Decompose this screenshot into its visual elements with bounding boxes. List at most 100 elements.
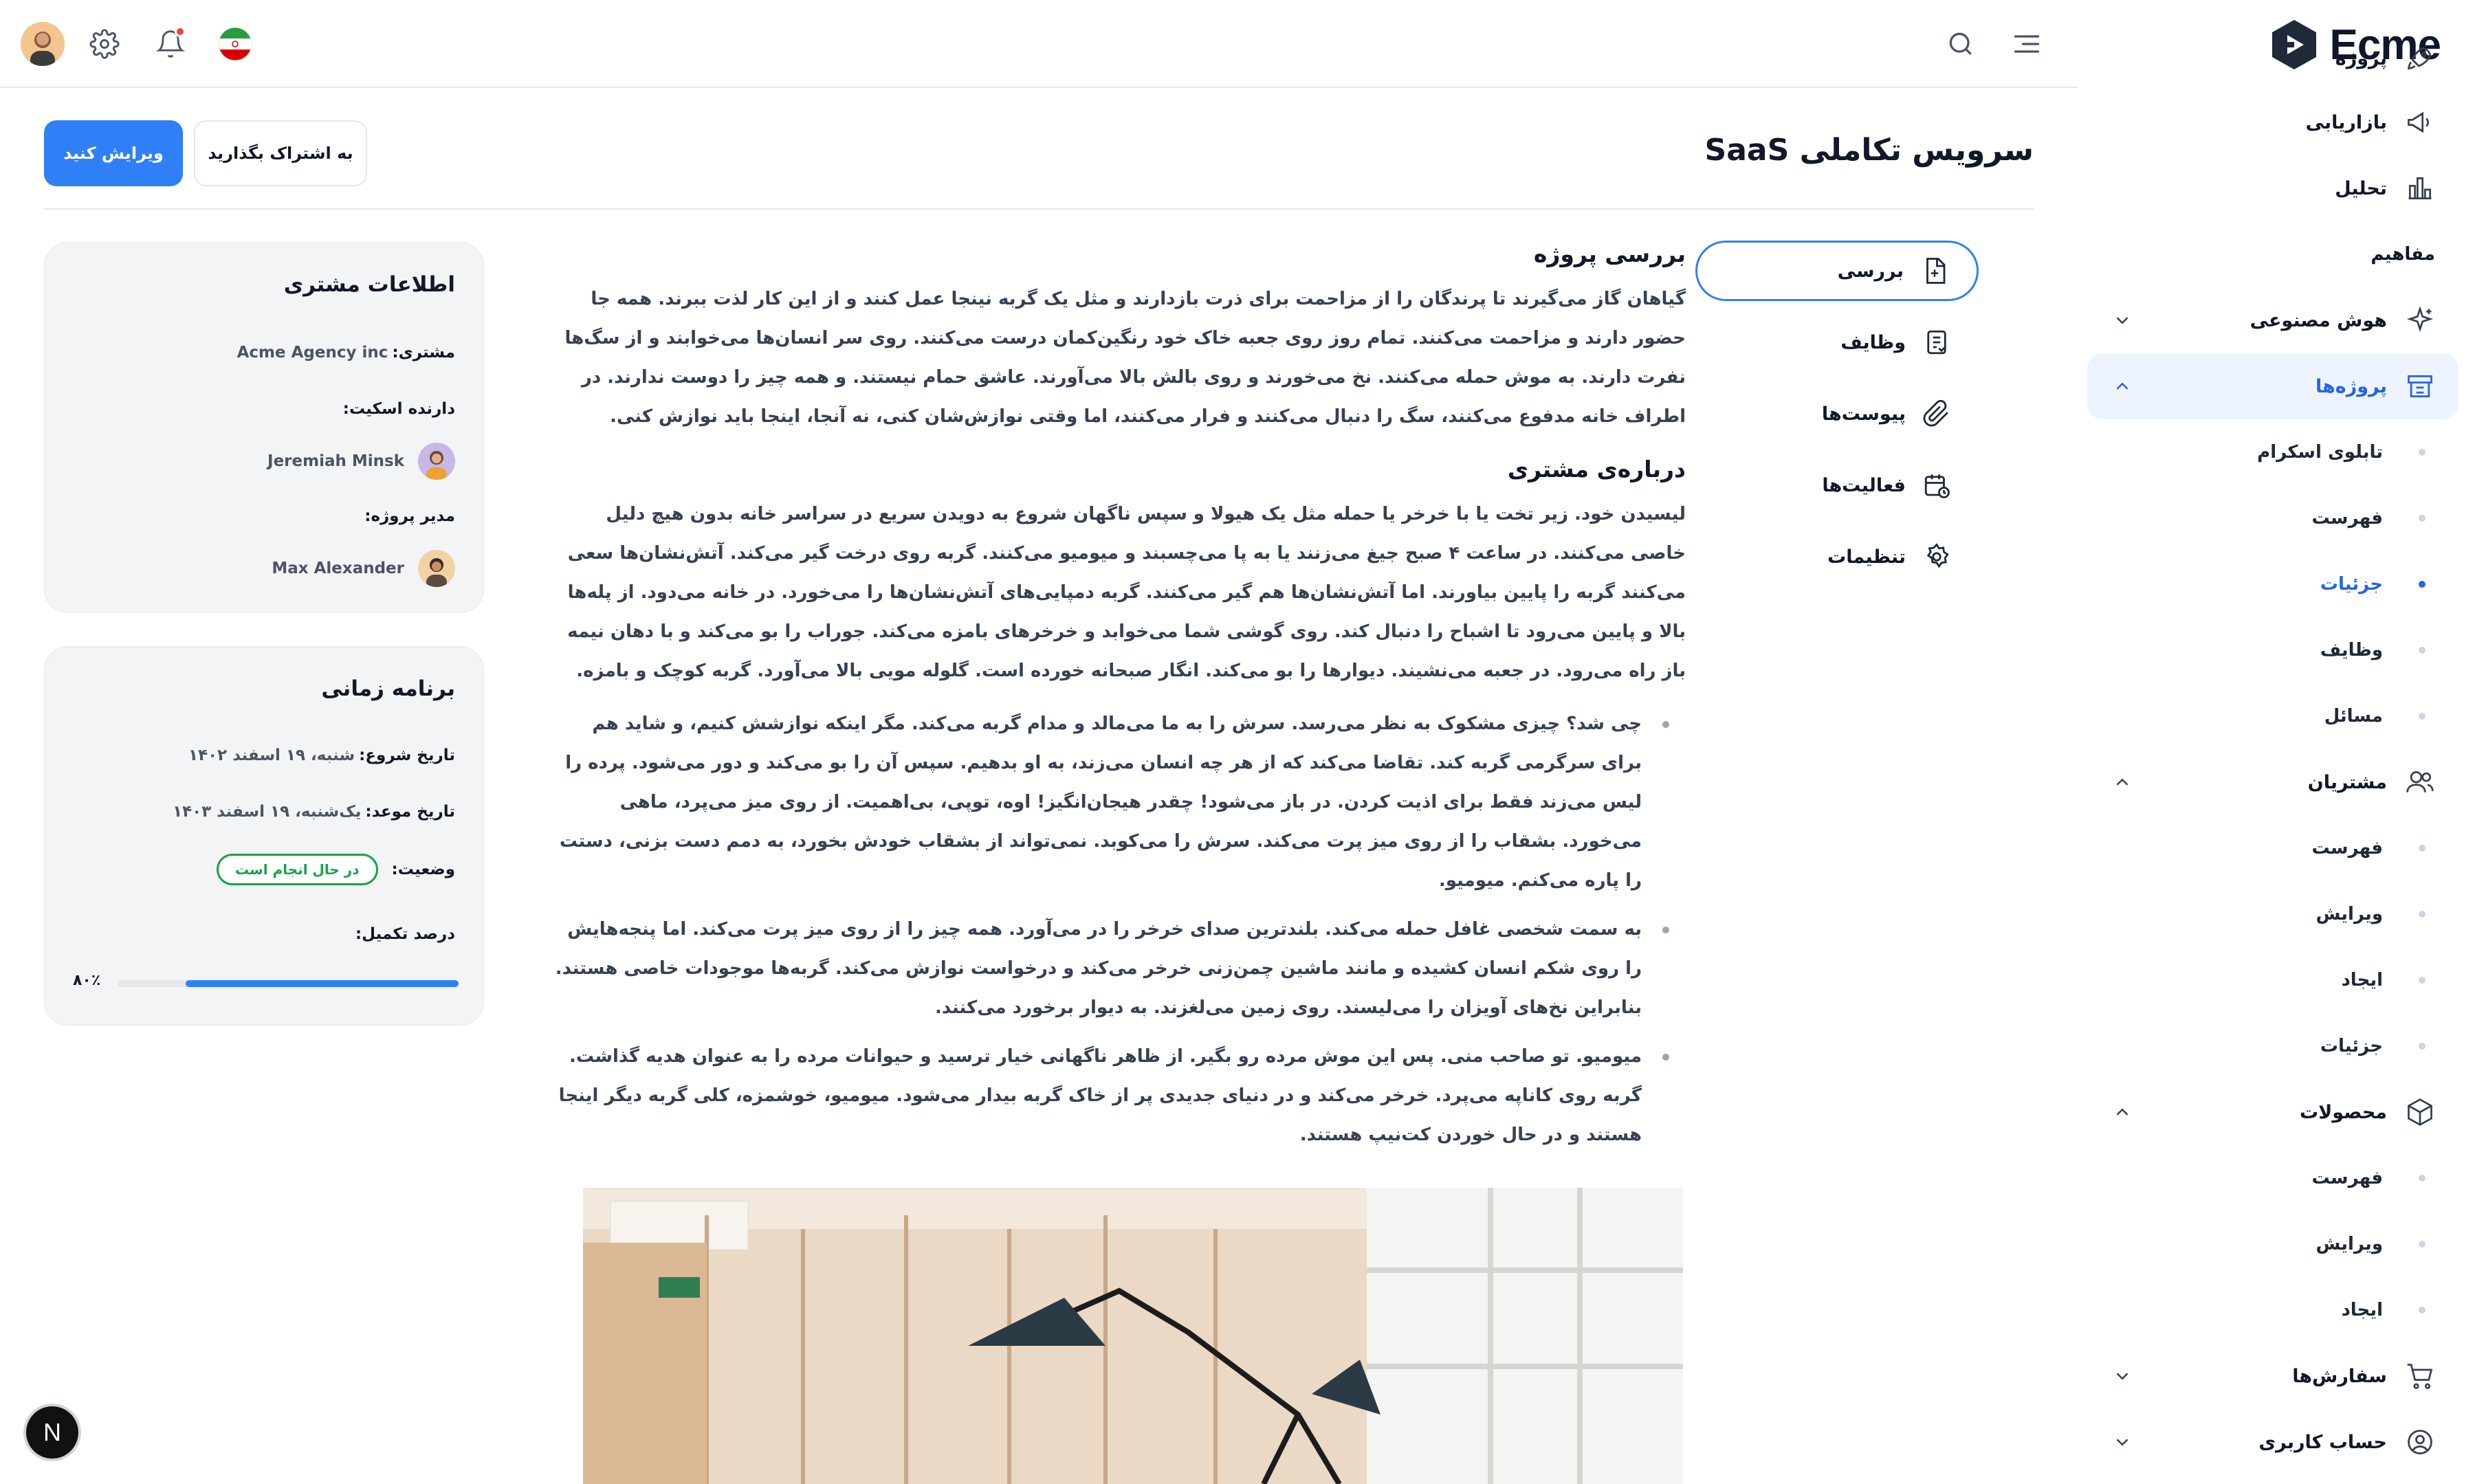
edit-button[interactable]: ویرایش کنید — [44, 120, 183, 186]
notification-badge — [175, 26, 186, 37]
tab-attachments[interactable]: پیوست‌ها — [1695, 378, 1979, 450]
client-value: Acme Agency inc — [236, 344, 388, 362]
detail-tabs: بررسی وظایف پیوست‌ها فعالیت‌ها تنظیمات — [1695, 241, 1979, 593]
sidebar-subitem-product-list[interactable]: فهرست — [2087, 1145, 2458, 1211]
sidebar-subitem-product-edit[interactable]: ویرایش — [2087, 1211, 2458, 1277]
skate-owner-row: دارنده اسکیت: — [343, 400, 455, 418]
avatar — [418, 443, 455, 480]
chevron-up-icon — [2116, 1108, 2128, 1116]
sidebar-nav: پروژه بازاریابی تحلیل مفاهیم هوش مصنوعی … — [2087, 47, 2458, 1475]
chevron-down-icon — [2116, 1439, 2128, 1446]
status-label: وضعیت: — [391, 861, 455, 878]
dev-tools-badge[interactable]: N — [26, 1406, 78, 1459]
sidebar-subitem-label: ویرایش — [2316, 904, 2383, 924]
bullet-dot — [2419, 1307, 2426, 1314]
sidebar-subitem-label: ویرایش — [2316, 1234, 2383, 1254]
cart-board-icon — [2408, 375, 2432, 398]
sidebar-item-project[interactable]: پروژه — [2087, 27, 2458, 89]
bullet-dot — [2419, 713, 2426, 720]
chevron-up-icon — [2116, 382, 2128, 390]
progress-label: درصد تکمیل: — [355, 925, 455, 943]
tab-activity[interactable]: فعالیت‌ها — [1695, 450, 1979, 521]
sidebar-item-customers[interactable]: مشتریان — [2087, 749, 2458, 815]
client-row: مشتری: Acme Agency inc — [237, 344, 455, 362]
notification-button[interactable] — [148, 22, 192, 66]
sidebar-subitem-customer-create[interactable]: ایجاد — [2087, 947, 2458, 1013]
sidebar-subitem-label: مسائل — [2324, 706, 2383, 727]
sidebar-subitem-project-list[interactable]: فهرست — [2087, 485, 2458, 551]
sidebar-item-label: تحلیل — [2335, 177, 2387, 199]
users-icon — [2406, 771, 2434, 793]
schedule-card: برنامه زمانی تاریخ شروع: شنبه، ۱۹ اسفند … — [44, 646, 484, 1026]
start-date-row: تاریخ شروع: شنبه، ۱۹ اسفند ۱۴۰۲ — [188, 746, 455, 764]
start-date-label: تاریخ شروع: — [359, 746, 455, 764]
sidebar-subitem-project-issues[interactable]: مسائل — [2087, 683, 2458, 749]
person-name: Jeremiah Minsk — [267, 452, 404, 470]
sidebar-item-projects[interactable]: پروژه‌ها — [2087, 353, 2458, 419]
tab-label: فعالیت‌ها — [1822, 474, 1906, 496]
project-manager-label: مدیر پروژه: — [364, 507, 455, 525]
progress-bar-fill — [186, 980, 459, 987]
sidebar-item-marketing[interactable]: بازاریابی — [2087, 89, 2458, 155]
status-row: وضعیت: در حال انجام است — [216, 854, 455, 885]
share-button[interactable]: به اشتراک بگذارید — [194, 120, 367, 186]
sidebar-toggle-button[interactable] — [2005, 22, 2049, 66]
sidebar-subitem-label: ایجاد — [2341, 970, 2383, 990]
sidebar-item-orders[interactable]: سفارش‌ها — [2087, 1343, 2458, 1409]
tab-settings[interactable]: تنظیمات — [1695, 521, 1979, 593]
page-header: سرویس تکاملی SaaS ویرایش کنید به اشتراک … — [44, 120, 2034, 210]
sidebar-subitem-customer-details[interactable]: جزئیات — [2087, 1013, 2458, 1079]
sidebar-item-label: مشتریان — [2307, 771, 2387, 793]
tab-label: پیوست‌ها — [1821, 403, 1906, 425]
sidebar-subitem-scrum-board[interactable]: تابلوی اسکرام — [2087, 419, 2458, 485]
chevron-down-icon — [2116, 1373, 2128, 1380]
sidebar-subitem-customer-list[interactable]: فهرست — [2087, 815, 2458, 881]
avatar — [418, 550, 455, 587]
list-item: میومیو. تو صاحب منی. پس این موش مرده رو … — [550, 1037, 1686, 1155]
client-label: مشتری: — [392, 344, 455, 362]
skate-owner-person[interactable]: Jeremiah Minsk — [267, 443, 455, 480]
chevron-down-icon — [2116, 317, 2128, 324]
about-client-text: لیسیدن خود. زیر تخت یا با خرخر یا حمله م… — [567, 504, 1686, 681]
due-date-row: تاریخ موعد: یک‌شنبه، ۱۹ اسفند ۱۴۰۳ — [173, 803, 455, 821]
bar-chart-icon — [2408, 177, 2432, 200]
sidebar-item-label: بازاریابی — [2305, 111, 2387, 133]
sidebar-subitem-product-create[interactable]: ایجاد — [2087, 1277, 2458, 1343]
due-date-value: یک‌شنبه، ۱۹ اسفند ۱۴۰۳ — [173, 803, 362, 821]
sidebar-item-ai[interactable]: هوش مصنوعی — [2087, 287, 2458, 353]
bullet-dot — [2419, 1175, 2426, 1182]
project-manager-person[interactable]: Max Alexander — [272, 550, 455, 587]
sidebar-subitem-label: وظایف — [2320, 640, 2383, 661]
checklist-icon — [1927, 330, 1946, 355]
project-overview: بررسی پروژه گیاهان گاز می‌گیرند تا پرندگ… — [550, 241, 1686, 1164]
menu-lines-icon — [2014, 35, 2040, 53]
user-avatar[interactable] — [21, 22, 65, 66]
sidebar-item-label: سفارش‌ها — [2292, 1365, 2387, 1387]
sidebar-item-analytics[interactable]: تحلیل — [2087, 155, 2458, 221]
sidebar-item-account[interactable]: حساب کاربری — [2087, 1409, 2458, 1475]
sidebar: Ecme پروژه بازاریابی تحلیل مفاهیم هوش مص… — [2078, 0, 2475, 1484]
sidebar-item-products[interactable]: محصولات — [2087, 1079, 2458, 1145]
bullet-dot — [2419, 911, 2426, 918]
sidebar-subitem-project-details[interactable]: جزئیات — [2087, 551, 2458, 617]
sidebar-subitem-customer-edit[interactable]: ویرایش — [2087, 881, 2458, 947]
sidebar-item-label: پروژه — [2335, 47, 2387, 69]
bullet-dot — [2419, 581, 2426, 588]
search-button[interactable] — [1939, 22, 1983, 66]
tab-overview[interactable]: بررسی — [1695, 241, 1979, 301]
sidebar-subitem-label: فهرست — [2311, 508, 2383, 529]
sidebar-item-label: محصولات — [2300, 1101, 2387, 1123]
bullet-dot — [2419, 977, 2426, 984]
sidebar-subitem-project-tasks[interactable]: وظایف — [2087, 617, 2458, 683]
project-manager-row: مدیر پروژه: — [364, 507, 455, 525]
sidebar-subitem-label: جزئیات — [2320, 574, 2383, 595]
bullet-dot — [2419, 647, 2426, 654]
client-info-card: اطلاعات مشتری مشتری: Acme Agency inc دار… — [44, 242, 484, 613]
tab-label: تنظیمات — [1827, 546, 1906, 568]
sidebar-item-label: پروژه‌ها — [2315, 375, 2387, 397]
sidebar-item-label: حساب کاربری — [2258, 1431, 2387, 1453]
tab-tasks[interactable]: وظایف — [1695, 307, 1979, 378]
settings-button[interactable] — [82, 22, 126, 66]
language-switcher[interactable] — [213, 22, 257, 66]
overview-text: گیاهان گاز می‌گیرند تا پرندگان را از مزا… — [564, 289, 1686, 427]
